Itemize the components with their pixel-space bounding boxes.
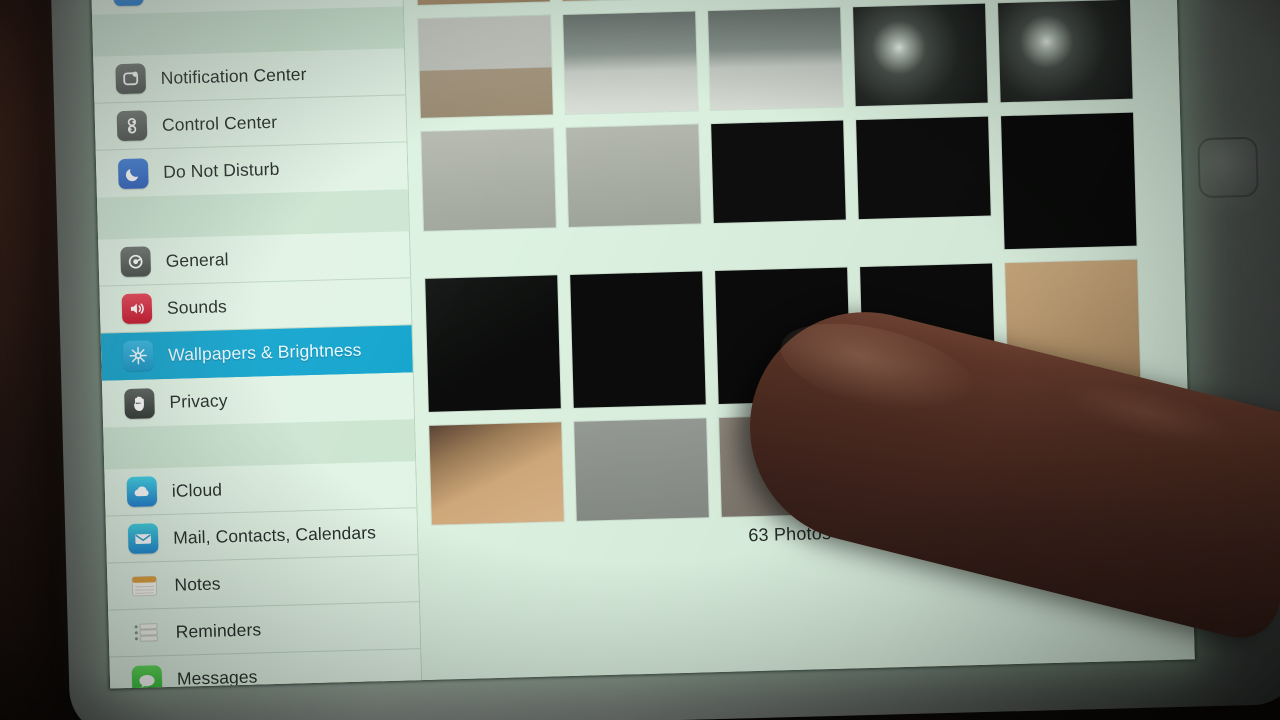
sidebar-item-general[interactable]: General (98, 231, 411, 287)
sidebar-group-system: General Sounds Wallpapers & Brightness P… (98, 231, 415, 428)
sidebar-item-wallpapers-brightness[interactable]: Wallpapers & Brightness (100, 325, 413, 381)
icloud-icon (126, 476, 158, 508)
sidebar-item-label: iCloud (171, 478, 223, 501)
bluetooth-icon (112, 0, 144, 6)
sidebar-group-accounts: iCloud Mail, Contacts, Calendars Notes R… (104, 461, 422, 689)
sidebar-item-label: Mail, Contacts, Calendars (172, 521, 377, 548)
control-center-icon (116, 110, 148, 142)
sidebar-item-mail-contacts-calendars[interactable]: Mail, Contacts, Calendars (105, 508, 418, 564)
photo-thumbnail[interactable] (570, 271, 706, 408)
sidebar-item-reminders[interactable]: Reminders (108, 602, 421, 658)
photo-thumbnail[interactable] (853, 3, 988, 107)
photo-thumbnail[interactable] (856, 116, 991, 220)
sidebar-item-notes[interactable]: Notes (106, 555, 419, 611)
sounds-icon (121, 293, 153, 325)
photo-thumbnail[interactable] (566, 124, 701, 227)
settings-sidebar[interactable]: Wi-Fi Long Bluetooth On (90, 0, 423, 689)
photo-thumbnail[interactable] (560, 0, 695, 2)
sidebar-item-label: Notification Center (160, 63, 307, 88)
photo-thumbnail[interactable] (418, 15, 553, 118)
photo-thumbnail[interactable] (1001, 112, 1137, 250)
sidebar-item-notification-center[interactable]: Notification Center (93, 48, 406, 104)
sidebar-item-icloud[interactable]: iCloud (104, 461, 417, 517)
sidebar-item-do-not-disturb[interactable]: Do Not Disturb (96, 142, 408, 197)
home-button[interactable] (1197, 136, 1259, 199)
screenshot-stage: Wi-Fi Long Bluetooth On (0, 0, 1280, 720)
photo-thumbnail[interactable] (429, 422, 564, 525)
sidebar-item-label: Reminders (175, 618, 262, 642)
general-icon (120, 246, 152, 278)
sidebar-item-label: General (165, 248, 229, 271)
sidebar-item-privacy[interactable]: Privacy (102, 372, 414, 427)
photo-thumbnail[interactable] (574, 418, 709, 521)
photo-thumbnail[interactable] (421, 128, 556, 231)
notification-center-icon (115, 63, 147, 95)
sidebar-item-control-center[interactable]: Control Center (94, 95, 407, 151)
photo-thumbnail[interactable] (415, 0, 550, 5)
sidebar-item-label: Privacy (169, 390, 228, 412)
notes-icon (129, 570, 160, 601)
sidebar-item-label: Control Center (161, 111, 278, 135)
sidebar-group-notifications: Notification Center Control Center Do No… (93, 48, 408, 198)
photo-thumbnail[interactable] (425, 275, 561, 412)
privacy-icon (124, 387, 155, 419)
messages-icon (131, 664, 163, 689)
sidebar-item-label: Sounds (166, 295, 228, 318)
photo-thumbnail[interactable] (997, 0, 1133, 103)
sidebar-item-label: Do Not Disturb (162, 158, 280, 182)
photo-thumbnail[interactable] (708, 7, 843, 111)
mail-icon (127, 523, 159, 554)
do-not-disturb-icon (117, 157, 149, 189)
photo-thumbnail[interactable] (563, 11, 698, 115)
reminders-icon (130, 617, 161, 648)
wallpapers-icon (122, 340, 154, 372)
sidebar-item-label: Notes (174, 573, 221, 595)
photo-thumbnail[interactable] (711, 120, 846, 224)
sidebar-item-sounds[interactable]: Sounds (99, 278, 412, 334)
sidebar-item-label: Wallpapers & Brightness (167, 339, 362, 365)
